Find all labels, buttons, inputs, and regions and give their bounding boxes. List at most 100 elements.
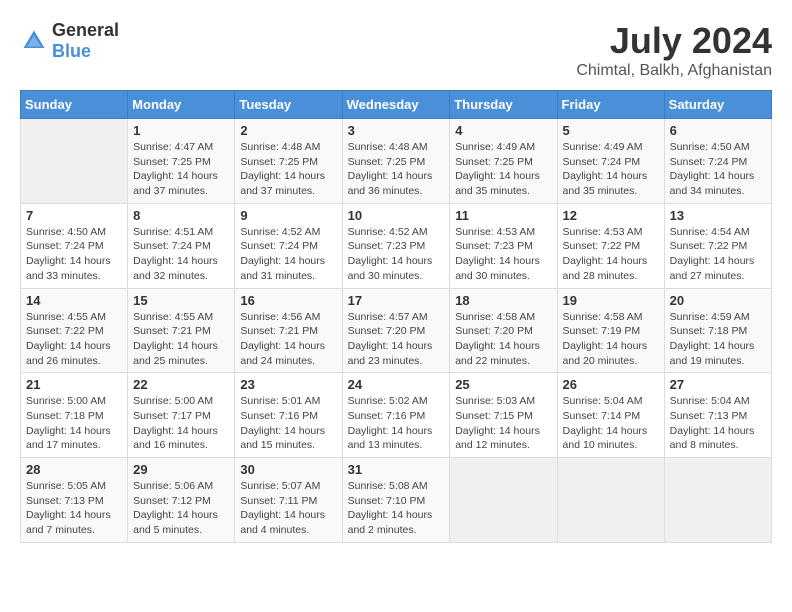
day-number: 16 — [240, 293, 336, 308]
logo: General Blue — [20, 20, 119, 62]
day-info: Sunrise: 4:53 AMSunset: 7:23 PMDaylight:… — [455, 225, 551, 284]
calendar-cell: 4 Sunrise: 4:49 AMSunset: 7:25 PMDaylight… — [450, 119, 557, 204]
day-info: Sunrise: 4:55 AMSunset: 7:22 PMDaylight:… — [26, 310, 122, 369]
calendar-cell: 11 Sunrise: 4:53 AMSunset: 7:23 PMDayligh… — [450, 203, 557, 288]
day-number: 17 — [348, 293, 445, 308]
calendar-cell: 10 Sunrise: 4:52 AMSunset: 7:23 PMDayligh… — [342, 203, 450, 288]
calendar-cell: 7 Sunrise: 4:50 AMSunset: 7:24 PMDaylight… — [21, 203, 128, 288]
day-info: Sunrise: 4:50 AMSunset: 7:24 PMDaylight:… — [26, 225, 122, 284]
day-number: 3 — [348, 123, 445, 138]
day-number: 5 — [563, 123, 659, 138]
calendar-cell: 30 Sunrise: 5:07 AMSunset: 7:11 PMDayligh… — [235, 458, 342, 543]
calendar-cell: 26Sunrise: 5:04 AMSunset: 7:14 PMDayligh… — [557, 373, 664, 458]
day-info: Sunrise: 5:06 AMSunset: 7:12 PMDaylight:… — [133, 479, 229, 538]
calendar-cell: 1Sunrise: 4:47 AMSunset: 7:25 PMDaylight… — [128, 119, 235, 204]
day-number: 14 — [26, 293, 122, 308]
day-number: 18 — [455, 293, 551, 308]
calendar-cell: 12 Sunrise: 4:53 AMSunset: 7:22 PMDayligh… — [557, 203, 664, 288]
day-info: Sunrise: 5:02 AMSunset: 7:16 PMDaylight:… — [348, 394, 445, 453]
page-header: General Blue July 2024 Chimtal, Balkh, A… — [20, 20, 772, 80]
calendar-day-header: Friday — [557, 91, 664, 119]
calendar-cell — [21, 119, 128, 204]
day-number: 22 — [133, 377, 229, 392]
day-info: Sunrise: 4:52 AMSunset: 7:23 PMDaylight:… — [348, 225, 445, 284]
day-number: 30 — [240, 462, 336, 477]
day-info: Sunrise: 5:04 AMSunset: 7:14 PMDaylight:… — [563, 394, 659, 453]
day-number: 11 — [455, 208, 551, 223]
calendar-cell: 3 Sunrise: 4:48 AMSunset: 7:25 PMDaylight… — [342, 119, 450, 204]
day-number: 2 — [240, 123, 336, 138]
calendar-day-header: Saturday — [664, 91, 771, 119]
calendar-cell: 2Sunrise: 4:48 AMSunset: 7:25 PMDaylight… — [235, 119, 342, 204]
calendar-cell: 27Sunrise: 5:04 AMSunset: 7:13 PMDayligh… — [664, 373, 771, 458]
day-number: 27 — [670, 377, 766, 392]
day-info: Sunrise: 4:47 AMSunset: 7:25 PMDaylight:… — [133, 140, 229, 199]
day-info: Sunrise: 4:58 AMSunset: 7:19 PMDaylight:… — [563, 310, 659, 369]
day-info: Sunrise: 4:53 AMSunset: 7:22 PMDaylight:… — [563, 225, 659, 284]
calendar-cell: 6 Sunrise: 4:50 AMSunset: 7:24 PMDaylight… — [664, 119, 771, 204]
calendar-week-row: 21 Sunrise: 5:00 AMSunset: 7:18 PMDayligh… — [21, 373, 772, 458]
logo-icon — [20, 27, 48, 55]
day-info: Sunrise: 4:55 AMSunset: 7:21 PMDaylight:… — [133, 310, 229, 369]
calendar-cell: 9 Sunrise: 4:52 AMSunset: 7:24 PMDaylight… — [235, 203, 342, 288]
calendar-cell: 5Sunrise: 4:49 AMSunset: 7:24 PMDaylight… — [557, 119, 664, 204]
calendar-cell: 19Sunrise: 4:58 AMSunset: 7:19 PMDayligh… — [557, 288, 664, 373]
day-number: 23 — [240, 377, 336, 392]
calendar-cell: 20Sunrise: 4:59 AMSunset: 7:18 PMDayligh… — [664, 288, 771, 373]
day-number: 9 — [240, 208, 336, 223]
calendar-week-row: 14 Sunrise: 4:55 AMSunset: 7:22 PMDayligh… — [21, 288, 772, 373]
day-info: Sunrise: 5:05 AMSunset: 7:13 PMDaylight:… — [26, 479, 122, 538]
day-number: 25 — [455, 377, 551, 392]
day-number: 20 — [670, 293, 766, 308]
day-info: Sunrise: 4:56 AMSunset: 7:21 PMDaylight:… — [240, 310, 336, 369]
calendar-cell: 14 Sunrise: 4:55 AMSunset: 7:22 PMDayligh… — [21, 288, 128, 373]
calendar-cell: 23 Sunrise: 5:01 AMSunset: 7:16 PMDayligh… — [235, 373, 342, 458]
day-number: 28 — [26, 462, 122, 477]
subtitle: Chimtal, Balkh, Afghanistan — [576, 62, 772, 80]
calendar-table: SundayMondayTuesdayWednesdayThursdayFrid… — [20, 90, 772, 543]
calendar-day-header: Tuesday — [235, 91, 342, 119]
day-info: Sunrise: 5:07 AMSunset: 7:11 PMDaylight:… — [240, 479, 336, 538]
day-info: Sunrise: 4:54 AMSunset: 7:22 PMDaylight:… — [670, 225, 766, 284]
calendar-day-header: Thursday — [450, 91, 557, 119]
calendar-cell: 29Sunrise: 5:06 AMSunset: 7:12 PMDayligh… — [128, 458, 235, 543]
day-info: Sunrise: 4:48 AMSunset: 7:25 PMDaylight:… — [348, 140, 445, 199]
calendar-week-row: 28 Sunrise: 5:05 AMSunset: 7:13 PMDayligh… — [21, 458, 772, 543]
day-number: 12 — [563, 208, 659, 223]
day-info: Sunrise: 5:00 AMSunset: 7:18 PMDaylight:… — [26, 394, 122, 453]
calendar-cell: 8 Sunrise: 4:51 AMSunset: 7:24 PMDaylight… — [128, 203, 235, 288]
day-number: 21 — [26, 377, 122, 392]
day-number: 6 — [670, 123, 766, 138]
logo-text-blue: Blue — [52, 41, 91, 61]
day-info: Sunrise: 5:08 AMSunset: 7:10 PMDaylight:… — [348, 479, 445, 538]
calendar-cell: 15Sunrise: 4:55 AMSunset: 7:21 PMDayligh… — [128, 288, 235, 373]
day-number: 7 — [26, 208, 122, 223]
calendar-header-row: SundayMondayTuesdayWednesdayThursdayFrid… — [21, 91, 772, 119]
day-info: Sunrise: 4:51 AMSunset: 7:24 PMDaylight:… — [133, 225, 229, 284]
day-info: Sunrise: 5:00 AMSunset: 7:17 PMDaylight:… — [133, 394, 229, 453]
calendar-cell: 28 Sunrise: 5:05 AMSunset: 7:13 PMDayligh… — [21, 458, 128, 543]
calendar-day-header: Wednesday — [342, 91, 450, 119]
calendar-cell: 21 Sunrise: 5:00 AMSunset: 7:18 PMDayligh… — [21, 373, 128, 458]
calendar-week-row: 1Sunrise: 4:47 AMSunset: 7:25 PMDaylight… — [21, 119, 772, 204]
calendar-week-row: 7 Sunrise: 4:50 AMSunset: 7:24 PMDaylight… — [21, 203, 772, 288]
calendar-cell: 17 Sunrise: 4:57 AMSunset: 7:20 PMDayligh… — [342, 288, 450, 373]
day-info: Sunrise: 4:52 AMSunset: 7:24 PMDaylight:… — [240, 225, 336, 284]
calendar-cell — [664, 458, 771, 543]
day-info: Sunrise: 4:57 AMSunset: 7:20 PMDaylight:… — [348, 310, 445, 369]
calendar-cell: 18 Sunrise: 4:58 AMSunset: 7:20 PMDayligh… — [450, 288, 557, 373]
day-info: Sunrise: 5:01 AMSunset: 7:16 PMDaylight:… — [240, 394, 336, 453]
main-title: July 2024 — [576, 20, 772, 62]
day-number: 4 — [455, 123, 551, 138]
day-info: Sunrise: 4:49 AMSunset: 7:25 PMDaylight:… — [455, 140, 551, 199]
day-number: 31 — [348, 462, 445, 477]
calendar-cell — [450, 458, 557, 543]
day-number: 8 — [133, 208, 229, 223]
title-section: July 2024 Chimtal, Balkh, Afghanistan — [576, 20, 772, 80]
calendar-cell: 24Sunrise: 5:02 AMSunset: 7:16 PMDayligh… — [342, 373, 450, 458]
day-info: Sunrise: 4:58 AMSunset: 7:20 PMDaylight:… — [455, 310, 551, 369]
day-number: 10 — [348, 208, 445, 223]
day-info: Sunrise: 4:50 AMSunset: 7:24 PMDaylight:… — [670, 140, 766, 199]
calendar-cell: 25Sunrise: 5:03 AMSunset: 7:15 PMDayligh… — [450, 373, 557, 458]
calendar-cell: 16 Sunrise: 4:56 AMSunset: 7:21 PMDayligh… — [235, 288, 342, 373]
